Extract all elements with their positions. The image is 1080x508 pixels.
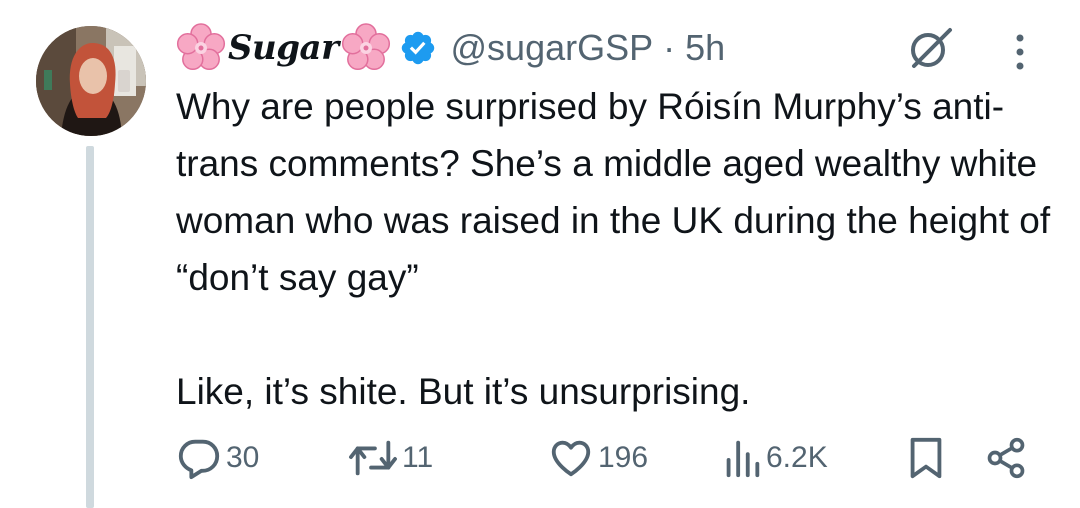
- tweet-card[interactable]: Sugar @sugarGSP · 5h Why are people surp…: [0, 0, 1080, 508]
- reply-icon: [176, 435, 222, 481]
- tweet-paragraph: Like, it’s shite. But it’s unsurprising.: [176, 371, 751, 412]
- repost-icon: [348, 435, 398, 481]
- cherry-blossom-icon: [341, 23, 391, 73]
- like-button[interactable]: 196: [548, 432, 648, 484]
- repost-count: 11: [402, 441, 434, 474]
- views-chart-icon: [722, 435, 762, 481]
- display-name[interactable]: Sugar: [228, 28, 339, 68]
- separator-dot: ·: [663, 27, 676, 68]
- view-count: 6.2K: [766, 441, 828, 474]
- heart-icon: [548, 435, 594, 481]
- tweet-text: Why are people surprised by Róisín Murph…: [176, 78, 1056, 420]
- bookmark-button[interactable]: [906, 432, 946, 484]
- like-count: 196: [598, 441, 649, 474]
- cherry-blossom-icon: [176, 23, 226, 73]
- verified-badge-icon[interactable]: [399, 29, 437, 67]
- timestamp[interactable]: 5h: [685, 27, 725, 69]
- bookmark-icon: [906, 435, 946, 481]
- repost-button[interactable]: 11: [348, 432, 433, 484]
- share-button[interactable]: [984, 432, 1028, 484]
- tweet-paragraph: Why are people surprised by Róisín Murph…: [176, 86, 1051, 298]
- user-handle[interactable]: @sugarGSP: [451, 27, 654, 69]
- share-icon: [984, 435, 1028, 481]
- grok-icon[interactable]: [904, 22, 956, 74]
- thread-line: [86, 146, 94, 508]
- reply-button[interactable]: 30: [176, 432, 259, 484]
- views-button[interactable]: 6.2K: [722, 432, 828, 484]
- avatar[interactable]: [36, 26, 146, 136]
- reply-count: 30: [226, 441, 260, 474]
- more-options-icon[interactable]: [1008, 28, 1032, 76]
- action-bar: 30 11 196 6.2K: [176, 432, 1046, 484]
